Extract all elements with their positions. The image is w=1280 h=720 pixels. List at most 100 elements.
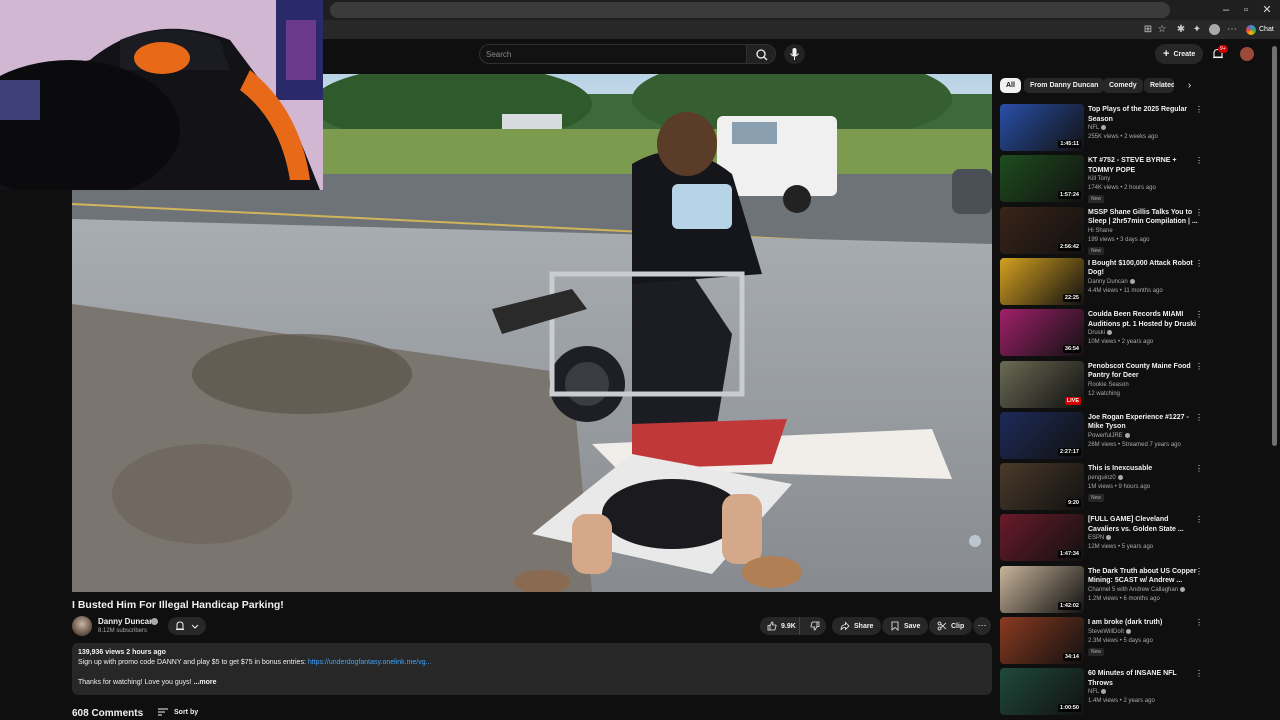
channel-avatar[interactable] xyxy=(72,616,92,636)
recommendation-title[interactable]: Coulda Been Records MIAMI Auditions pt. … xyxy=(1088,310,1198,329)
recommendation-title[interactable]: [FULL GAME] Cleveland Cavaliers vs. Gold… xyxy=(1088,515,1198,534)
recommendation-channel[interactable]: penguinz0 xyxy=(1088,475,1198,481)
kebab-menu-icon[interactable]: ⋮ xyxy=(1195,105,1203,115)
video-thumbnail[interactable]: 2:27:17 xyxy=(1000,411,1084,459)
recommendation-title[interactable]: This is Inexcusable xyxy=(1088,464,1198,474)
recommendation-item[interactable]: 1:42:02 The Dark Truth about US Copper Mi… xyxy=(1000,565,1205,614)
recommendation-channel[interactable]: Hi Shane xyxy=(1088,228,1198,234)
recommendation-title[interactable]: KT #752 - STEVE BYRNE + TOMMY POPE xyxy=(1088,156,1198,175)
kebab-menu-icon[interactable]: ⋮ xyxy=(1195,259,1203,269)
recommendation-item[interactable]: LIVE Penobscot County Maine Food Pantry f… xyxy=(1000,360,1205,409)
filter-chip[interactable]: Comedy xyxy=(1103,78,1143,93)
more-actions-button[interactable]: ⋯ xyxy=(973,617,991,635)
recommendation-channel[interactable]: ESPN xyxy=(1088,535,1198,541)
dislike-button[interactable] xyxy=(804,617,826,635)
recommendation-title[interactable]: Joe Rogan Experience #1227 - Mike Tyson xyxy=(1088,413,1198,432)
video-thumbnail[interactable]: 22:25 xyxy=(1000,257,1084,305)
extension-icon[interactable]: ⊞ xyxy=(1141,22,1155,38)
video-thumbnail[interactable]: 1:57:24 xyxy=(1000,155,1084,203)
like-dislike-group: 9.9K xyxy=(760,617,826,635)
browser-profile-avatar[interactable] xyxy=(1209,24,1220,35)
show-more-link[interactable]: ...more xyxy=(194,679,217,686)
video-thumbnail[interactable]: 1:42:02 xyxy=(1000,565,1084,613)
recommendation-item[interactable]: 1:00:50 60 Minutes of INSANE NFL Throws NF… xyxy=(1000,668,1205,716)
recommendation-item[interactable]: 1:47:34 [FULL GAME] Cleveland Cavaliers v… xyxy=(1000,514,1205,562)
sort-comments-button[interactable]: Sort by xyxy=(157,707,198,717)
recommendation-title[interactable]: MSSP Shane Gillis Talks You to Sleep | 2… xyxy=(1088,208,1198,227)
kebab-menu-icon[interactable]: ⋮ xyxy=(1195,464,1203,474)
recommendation-channel[interactable]: Rookie Season xyxy=(1088,382,1198,388)
filter-chip[interactable]: All xyxy=(1000,78,1021,93)
recommendation-title[interactable]: The Dark Truth about US Copper Mining: 5… xyxy=(1088,567,1198,586)
recommendation-item[interactable]: 22:25 I Bought $100,000 Attack Robot Dog!… xyxy=(1000,257,1205,306)
recommendation-channel[interactable]: Kill Tony xyxy=(1088,176,1198,182)
voice-search-button[interactable] xyxy=(784,44,805,64)
description-line: Sign up with promo code DANNY and play $… xyxy=(78,659,431,666)
new-badge: New xyxy=(1088,246,1105,255)
video-thumbnail[interactable]: 1:45:11 xyxy=(1000,104,1084,151)
recommendation-item[interactable]: 2:56:42 MSSP Shane Gillis Talks You to Sl… xyxy=(1000,206,1205,255)
video-thumbnail[interactable]: 1:00:50 xyxy=(1000,668,1084,716)
recommendation-item[interactable]: 9:20 This is Inexcusable penguinz0 1M views… xyxy=(1000,463,1205,511)
close-window-icon[interactable]: ✕ xyxy=(1257,2,1277,18)
bookmark-star-icon[interactable]: ☆ xyxy=(1155,22,1169,38)
recommendation-title[interactable]: I am broke (dark truth) xyxy=(1088,618,1198,628)
filter-chip[interactable]: From Danny Duncan xyxy=(1024,78,1105,93)
kebab-menu-icon[interactable]: ⋮ xyxy=(1195,208,1203,218)
recommendation-title[interactable]: Top Plays of the 2025 Regular Season xyxy=(1088,105,1198,124)
kebab-menu-icon[interactable]: ⋮ xyxy=(1195,413,1203,423)
kebab-menu-icon[interactable]: ⋮ xyxy=(1195,310,1203,320)
browser-menu-icon[interactable]: ⋯ xyxy=(1225,22,1239,38)
chat-button[interactable]: Chat xyxy=(1243,22,1279,38)
search-button[interactable] xyxy=(746,44,776,64)
extension-icon[interactable]: ✱ xyxy=(1174,22,1188,38)
share-button[interactable]: Share xyxy=(832,617,882,635)
live-badge: LIVE xyxy=(1064,396,1081,405)
account-avatar[interactable] xyxy=(1240,47,1254,61)
save-button[interactable]: Save xyxy=(882,617,929,635)
recommendation-channel[interactable]: Druski xyxy=(1088,330,1198,336)
like-button[interactable]: 9.9K xyxy=(760,617,800,635)
recommendation-channel[interactable]: Danny Duncan xyxy=(1088,278,1198,285)
description-link[interactable]: https://underdogfantasy.onelink.me/vg... xyxy=(308,659,432,666)
recommendation-channel[interactable]: Channel 5 with Andrew Callaghan xyxy=(1088,586,1198,593)
recommendation-title[interactable]: 60 Minutes of INSANE NFL Throws xyxy=(1088,669,1198,688)
kebab-menu-icon[interactable]: ⋮ xyxy=(1195,362,1203,372)
comments-count: 608 Comments xyxy=(72,708,144,719)
kebab-menu-icon[interactable]: ⋮ xyxy=(1195,618,1203,628)
recommendation-item[interactable]: 2:27:17 Joe Rogan Experience #1227 - Mike… xyxy=(1000,411,1205,460)
clip-button[interactable]: Clip xyxy=(929,617,973,635)
video-thumbnail[interactable]: 1:47:34 xyxy=(1000,514,1084,562)
search-input[interactable] xyxy=(486,47,736,61)
video-thumbnail[interactable]: 2:56:42 xyxy=(1000,206,1084,254)
channel-name[interactable]: Danny Duncan xyxy=(98,617,154,626)
recommendation-channel[interactable]: PowerfulJRE xyxy=(1088,432,1198,439)
kebab-menu-icon[interactable]: ⋮ xyxy=(1195,669,1203,679)
kebab-menu-icon[interactable]: ⋮ xyxy=(1195,567,1203,577)
filter-chip[interactable]: Related xyxy=(1144,78,1174,93)
video-thumbnail[interactable]: 34:14 xyxy=(1000,617,1084,664)
recommendation-channel[interactable]: NFL xyxy=(1088,689,1198,695)
kebab-menu-icon[interactable]: ⋮ xyxy=(1195,156,1203,166)
create-button[interactable]: + Create xyxy=(1155,44,1204,64)
kebab-menu-icon[interactable]: ⋮ xyxy=(1195,515,1203,525)
video-thumbnail[interactable]: 9:20 xyxy=(1000,463,1084,511)
chevron-right-icon[interactable]: › xyxy=(1182,78,1197,93)
recommendation-title[interactable]: Penobscot County Maine Food Pantry for D… xyxy=(1088,362,1198,381)
recommendation-channel[interactable]: NFL xyxy=(1088,125,1198,131)
page-scrollbar[interactable] xyxy=(1272,46,1277,446)
maximize-icon[interactable]: ▫ xyxy=(1236,2,1256,18)
recommendation-item[interactable]: 36:54 Coulda Been Records MIAMI Auditions… xyxy=(1000,309,1205,357)
recommendation-item[interactable]: 1:45:11 Top Plays of the 2025 Regular Sea… xyxy=(1000,104,1205,152)
recommendation-channel[interactable]: SteveWillDoIt xyxy=(1088,629,1198,635)
minimize-icon[interactable]: – xyxy=(1216,2,1236,18)
subscription-notification-button[interactable] xyxy=(168,617,206,635)
address-bar[interactable] xyxy=(330,2,1170,18)
description-box[interactable] xyxy=(72,643,992,695)
extensions-puzzle-icon[interactable]: ✦ xyxy=(1190,22,1204,38)
video-thumbnail[interactable]: LIVE xyxy=(1000,360,1084,408)
recommendation-item[interactable]: 34:14 I am broke (dark truth) SteveWillDoI… xyxy=(1000,617,1205,665)
recommendation-item[interactable]: 1:57:24 KT #752 - STEVE BYRNE + TOMMY POP… xyxy=(1000,155,1205,204)
recommendation-title[interactable]: I Bought $100,000 Attack Robot Dog! xyxy=(1088,259,1198,278)
video-thumbnail[interactable]: 36:54 xyxy=(1000,309,1084,357)
